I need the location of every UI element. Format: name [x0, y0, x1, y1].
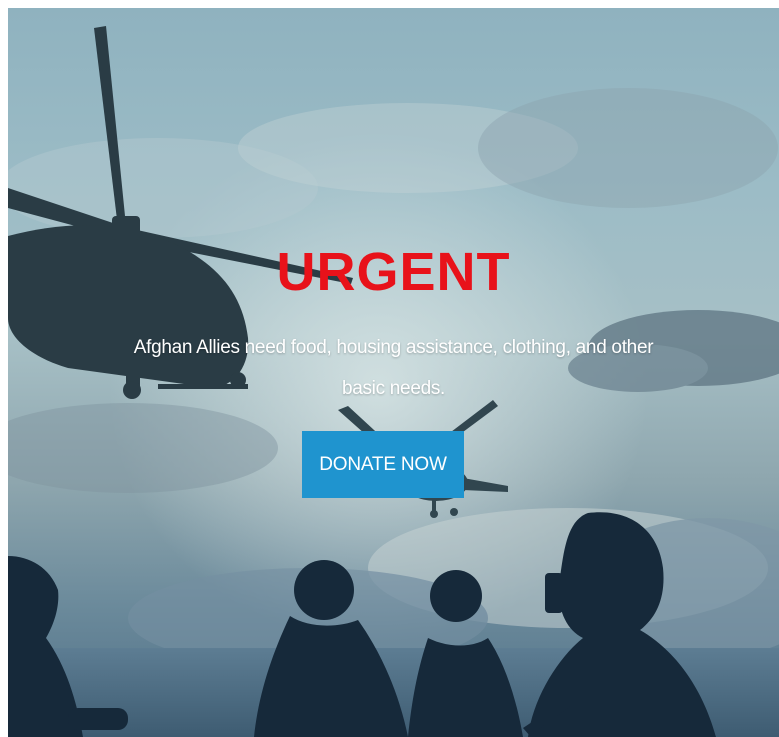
hero-content: URGENT Afghan Allies need food, housing … — [8, 8, 779, 737]
donate-now-button[interactable]: DONATE NOW — [302, 431, 464, 498]
urgent-headline: URGENT — [276, 242, 511, 303]
hero-banner: URGENT Afghan Allies need food, housing … — [8, 8, 779, 737]
appeal-subtext: Afghan Allies need food, housing assista… — [133, 337, 654, 399]
